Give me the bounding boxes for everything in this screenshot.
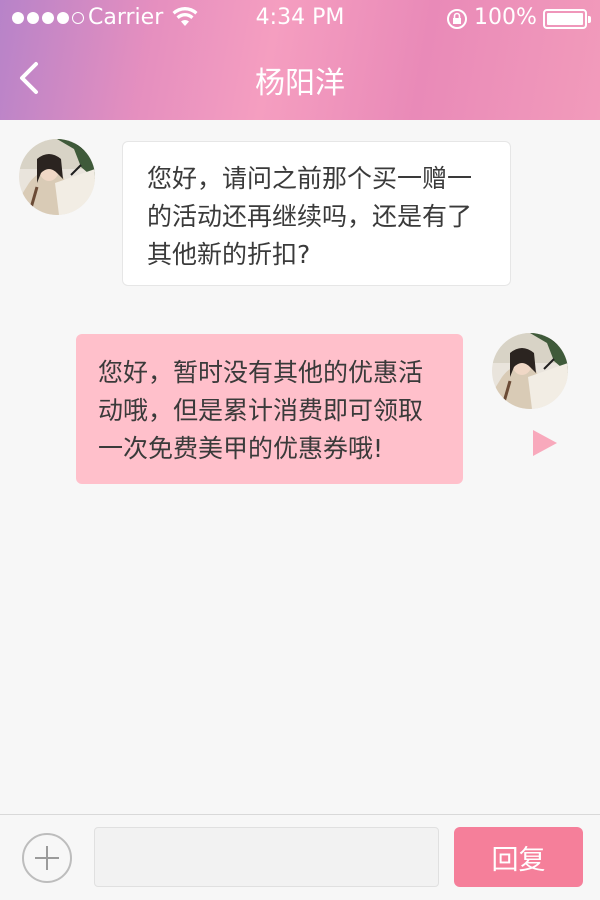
message-bubble-outgoing[interactable]: 您好，暂时没有其他的优惠活动哦，但是累计消费即可领取一次免费美甲的优惠券哦! xyxy=(76,334,463,484)
contact-avatar[interactable] xyxy=(19,139,95,215)
nav-bar: 杨阳洋 xyxy=(0,38,600,120)
message-input[interactable] xyxy=(94,827,439,887)
message-bubble-incoming[interactable]: 您好，请问之前那个买一赠一的活动还再继续吗，还是有了其他新的折扣? xyxy=(122,141,511,286)
play-icon[interactable] xyxy=(531,428,559,458)
plus-icon[interactable] xyxy=(22,833,72,883)
battery-icon xyxy=(543,9,591,29)
chat-area[interactable]: 您好，请问之前那个买一赠一的活动还再继续吗，还是有了其他新的折扣? 您好，暂时没… xyxy=(0,120,600,814)
header: Carrier 4:34 PM 100% 杨阳洋 xyxy=(0,0,600,120)
user-avatar[interactable] xyxy=(492,333,568,409)
input-bar: 回复 xyxy=(0,814,600,900)
rotation-lock-icon xyxy=(447,9,467,29)
reply-button[interactable]: 回复 xyxy=(454,827,583,887)
status-bar: Carrier 4:34 PM 100% xyxy=(0,0,600,38)
battery-percent: 100% xyxy=(474,5,537,30)
page-title: 杨阳洋 xyxy=(255,66,345,101)
